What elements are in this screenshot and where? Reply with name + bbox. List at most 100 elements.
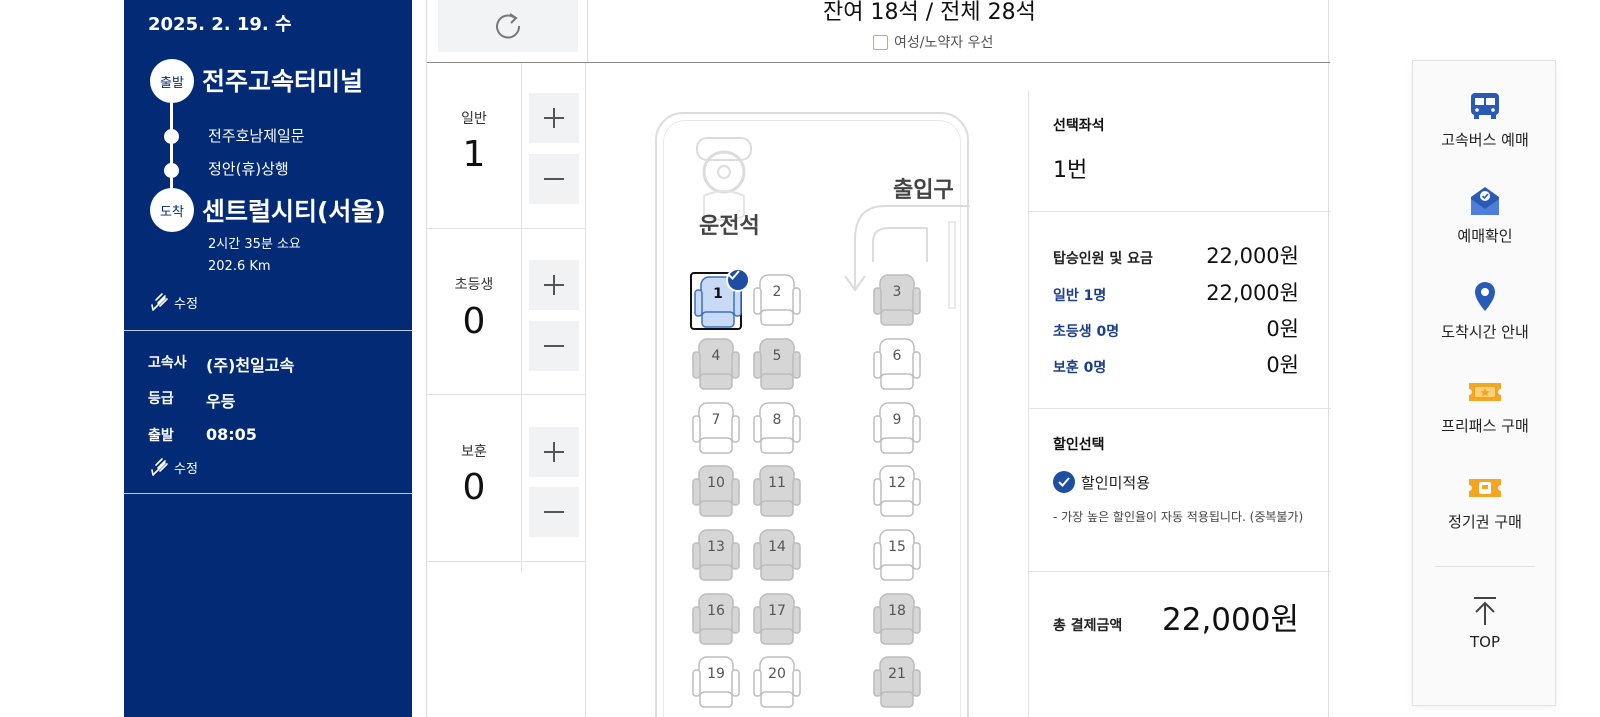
pax-label-general: 일반: [461, 111, 487, 127]
child-minus-button[interactable]: [529, 321, 579, 371]
seat-number: 17: [768, 603, 786, 619]
quick-item-booking-check[interactable]: 예매확인: [1413, 183, 1557, 246]
summary-divider: [1029, 408, 1331, 409]
discount-option-none[interactable]: 할인미적용: [1053, 471, 1150, 493]
seat-2[interactable]: 2: [751, 272, 803, 330]
seat-number: 21: [888, 666, 906, 682]
veteran-plus-button[interactable]: [529, 427, 579, 477]
seat-17[interactable]: 17: [751, 591, 803, 649]
quick-item-label: 예매확인: [1457, 227, 1513, 245]
seat-5[interactable]: 5: [751, 336, 803, 394]
quick-item-label: 고속버스 예매: [1441, 131, 1529, 149]
seat-4[interactable]: 4: [690, 336, 742, 394]
seat-number: 7: [711, 412, 721, 428]
seat-9[interactable]: 9: [871, 400, 923, 458]
seat-icon: [753, 274, 801, 326]
company-value: (주)천일고속: [206, 356, 295, 375]
seat-number: 13: [707, 539, 725, 555]
pax-column-divider: [521, 63, 522, 573]
seat-18[interactable]: 18: [871, 591, 923, 649]
quick-item-arrival-time[interactable]: 도착시간 안내: [1413, 279, 1557, 342]
summary-divider: [1029, 571, 1331, 572]
quick-item-season-ticket[interactable]: 정기권 구매: [1413, 471, 1557, 532]
pax-column-divider: [585, 63, 586, 717]
trip-duration: 2시간 35분 소요: [208, 237, 301, 252]
seat-icon: [692, 529, 740, 581]
remaining-seats: 잔여 18석 / 전체 28석: [823, 0, 1036, 25]
seat-12[interactable]: 12: [871, 463, 923, 521]
edit-label: 수정: [174, 296, 198, 312]
seat-icon: [873, 529, 921, 581]
edit-bus-button[interactable]: 수정: [150, 457, 198, 477]
edit-route-button[interactable]: 수정: [150, 292, 198, 312]
seat-number: 4: [711, 348, 721, 364]
seat-19[interactable]: 19: [690, 654, 742, 712]
seat-icon: [873, 465, 921, 517]
quick-item-label: 정기권 구매: [1448, 513, 1522, 531]
company-label: 고속사: [148, 355, 187, 371]
priority-legend-swatch: [873, 34, 888, 50]
seat-20[interactable]: 20: [751, 654, 803, 712]
refresh-button[interactable]: [438, 0, 578, 52]
seat-10[interactable]: 10: [690, 463, 742, 521]
child-plus-button[interactable]: [529, 260, 579, 310]
general-plus-button[interactable]: [529, 93, 579, 143]
quick-item-freepass[interactable]: 프리패스 구매: [1413, 375, 1557, 436]
fare-value: 0원: [1266, 353, 1299, 377]
seat-number: 8: [772, 412, 782, 428]
seat-13[interactable]: 13: [690, 527, 742, 585]
seat-3[interactable]: 3: [871, 272, 923, 330]
top-label: TOP: [1469, 633, 1500, 651]
seat-number: 15: [888, 539, 906, 555]
seat-icon: [873, 338, 921, 390]
discount-note: - 가장 높은 할인율이 자동 적용됩니다. (중복불가): [1053, 510, 1304, 524]
seat-selection-panel: 잔여 18석 / 전체 28석 여성/노약자 우선 일반 1 초등생 0 보훈 …: [426, 0, 1331, 717]
seat-number: 16: [707, 603, 725, 619]
seat-8[interactable]: 8: [751, 400, 803, 458]
minus-icon: [544, 178, 564, 180]
grade-value: 우등: [206, 392, 236, 411]
seat-icon: [692, 338, 740, 390]
trip-date: 2025. 2. 19. 수: [148, 14, 292, 35]
pax-row-divider: [427, 228, 585, 229]
fare-total-row: 탑승인원 및 요금 22,000원: [1053, 240, 1299, 270]
seat-14[interactable]: 14: [751, 527, 803, 585]
seat-icon: [753, 656, 801, 708]
grade-label: 등급: [148, 391, 174, 407]
scroll-top-button[interactable]: TOP: [1413, 595, 1557, 651]
driver-seat-label: 운전석: [699, 214, 760, 239]
seat-icon: [873, 656, 921, 708]
fare-row-veteran: 보훈 0명 0원: [1053, 349, 1299, 379]
veteran-minus-button[interactable]: [529, 487, 579, 537]
booking-page: 2025. 2. 19. 수 출발 전주고속터미널 전주호남제일문 정안(휴)상…: [0, 0, 1600, 717]
seat-icon: [873, 402, 921, 454]
seat-11[interactable]: 11: [751, 463, 803, 521]
seat-number: 11: [768, 475, 786, 491]
plus-icon: [544, 442, 564, 462]
pax-count-child: 0: [462, 301, 486, 342]
via-stop-1: 전주호남제일문: [208, 127, 305, 145]
total-payment-row: 총 결제금액 22,000원: [1053, 594, 1299, 639]
general-minus-button[interactable]: [529, 154, 579, 204]
seat-21[interactable]: 21: [871, 654, 923, 712]
seat-number: 2: [772, 284, 782, 300]
quick-menu-divider: [1435, 566, 1535, 567]
seat-16[interactable]: 16: [690, 591, 742, 649]
seat-7[interactable]: 7: [690, 400, 742, 458]
summary-divider: [1029, 211, 1331, 212]
depart-time-label: 출발: [148, 428, 174, 444]
seat-1[interactable]: 1: [690, 268, 750, 330]
quick-menu: 고속버스 예매 예매확인 도착시간 안내 프리패스 구매 정기권 구매 TOP: [1412, 60, 1556, 706]
panel-divider: [124, 493, 412, 494]
depart-terminal: 전주고속터미널: [202, 67, 364, 96]
priority-seat-legend: 여성/노약자 우선: [873, 32, 993, 52]
depart-badge: 출발: [150, 59, 194, 103]
seat-6[interactable]: 6: [871, 336, 923, 394]
seat-15[interactable]: 15: [871, 527, 923, 585]
pax-label-veteran: 보훈: [461, 444, 487, 460]
discount-option-label: 할인미적용: [1081, 473, 1151, 492]
seat-icon: [753, 593, 801, 645]
grade-row: 등급 우등: [148, 388, 235, 412]
pax-row-divider: [427, 561, 585, 562]
quick-item-bus-booking[interactable]: 고속버스 예매: [1413, 89, 1557, 150]
